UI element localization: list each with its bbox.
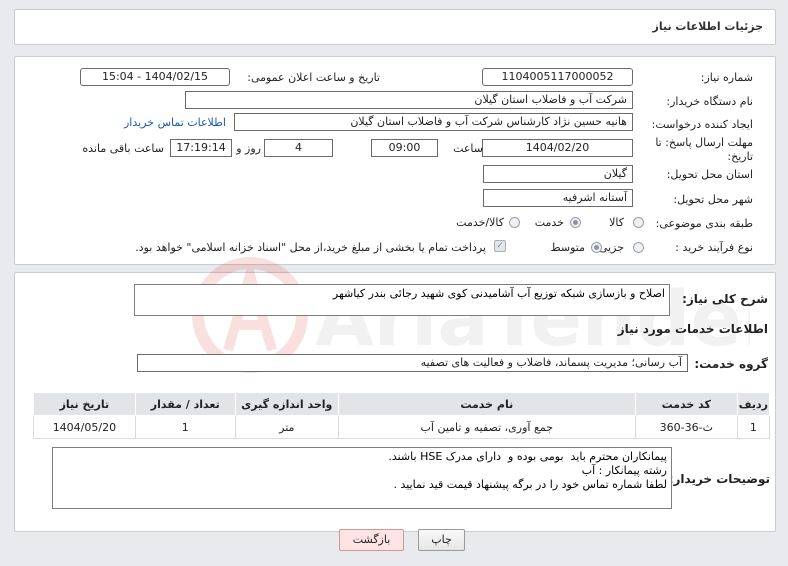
summary-label: شرح کلی نیاز: <box>682 292 768 306</box>
time-label: ساعت <box>453 142 483 155</box>
deadline-label: مهلت ارسال پاسخ: تا تاریخ: <box>655 136 753 163</box>
service-name: جمع آوری، تصفیه و تامین آب <box>337 415 636 439</box>
services-table-header: ردیف کد خدمت نام خدمت واحد اندازه گیری ت… <box>33 392 771 416</box>
process-minor-label: جزیی <box>598 241 624 254</box>
days-field: 4 <box>264 139 333 157</box>
process-medium-label: متوسط <box>550 241 585 254</box>
service-unit: متر <box>234 415 339 439</box>
process-label: نوع فرآیند خرید : <box>675 241 753 254</box>
creator-field: هانیه حسین نژاد کارشناس شرکت آب و فاضلاب… <box>234 113 633 131</box>
need-number-label: شماره نیاز: <box>700 71 753 84</box>
category-goods-label: کالا <box>609 216 624 229</box>
need-number-field: 1104005117000052 <box>482 68 633 86</box>
creator-label: ایجاد کننده درخواست: <box>651 118 753 131</box>
services-section-title: اطلاعات خدمات مورد نیاز <box>617 322 768 336</box>
category-label: طبقه بندی موضوعی: <box>655 217 753 230</box>
services-table: ردیف کد خدمت نام خدمت واحد اندازه گیری ت… <box>33 392 771 439</box>
category-service-radio[interactable] <box>570 217 581 228</box>
contact-info-link[interactable]: اطلاعات تماس خریدار <box>124 116 226 129</box>
buyer-notes-label: توضیحات خریدار: <box>668 472 770 486</box>
service-group-label: گروه خدمت: <box>694 357 768 371</box>
remaining-label: ساعت باقی مانده <box>82 142 164 155</box>
city-label: شهر محل تحویل: <box>673 193 753 206</box>
deadline-date-field: 1404/02/20 <box>482 139 633 157</box>
page-header: جزئیات اطلاعات نیاز <box>14 9 776 45</box>
announce-label: تاریخ و ساعت اعلان عمومی: <box>247 71 380 84</box>
col-qty: تعداد / مقدار <box>134 392 236 416</box>
buyer-org-label: نام دستگاه خریدار: <box>666 95 753 108</box>
col-unit: واحد اندازه گیری <box>234 392 339 416</box>
service-date: 1404/05/20 <box>33 415 136 439</box>
table-row: 1 ث-36-360 جمع آوری، تصفیه و تامین آب مت… <box>33 415 771 439</box>
payment-note: پرداخت تمام یا بخشی از مبلغ خرید،از محل … <box>135 241 486 254</box>
buyer-notes-textarea[interactable]: پیمانکاران محترم باید بومی بوده و دارای … <box>52 447 672 509</box>
remaining-time-field: 17:19:14 <box>170 139 232 157</box>
col-name: نام خدمت <box>337 392 636 416</box>
category-goods-service-radio[interactable] <box>509 217 520 228</box>
deadline-time-field: 09:00 <box>371 139 438 157</box>
col-row: ردیف <box>736 392 771 416</box>
row-index: 1 <box>736 415 771 439</box>
buyer-org-field: شرکت آب و فاضلاب استان گیلان <box>185 91 633 109</box>
page-title: جزئیات اطلاعات نیاز <box>652 20 764 33</box>
city-field: آستانه اشرفیه <box>483 189 633 207</box>
print-button[interactable]: چاپ <box>418 529 465 551</box>
service-group-field: آب رسانی؛ مدیریت پسماند، فاضلاب و فعالیت… <box>137 354 688 372</box>
process-medium-radio[interactable] <box>591 242 602 253</box>
service-code: ث-36-360 <box>634 415 738 439</box>
category-goods-radio[interactable] <box>633 217 644 228</box>
back-button[interactable]: بازگشت <box>339 529 404 551</box>
service-qty: 1 <box>134 415 236 439</box>
province-label: استان محل تحویل: <box>666 168 753 181</box>
col-code: کد خدمت <box>634 392 738 416</box>
days-label: روز و <box>236 142 261 155</box>
col-date: تاریخ نیاز <box>33 392 136 416</box>
category-goods-service-label: کالا/خدمت <box>456 216 504 229</box>
payment-treasury-checkbox[interactable]: ✓ <box>494 240 506 252</box>
announce-field: 1404/02/15 - 15:04 <box>80 68 230 86</box>
category-service-label: خدمت <box>534 216 564 229</box>
province-field: گیلان <box>483 165 633 183</box>
process-minor-radio[interactable] <box>633 242 644 253</box>
summary-textarea[interactable]: اصلاح و بازسازی شبکه توزیع آب آشامیدنی ک… <box>134 284 670 316</box>
